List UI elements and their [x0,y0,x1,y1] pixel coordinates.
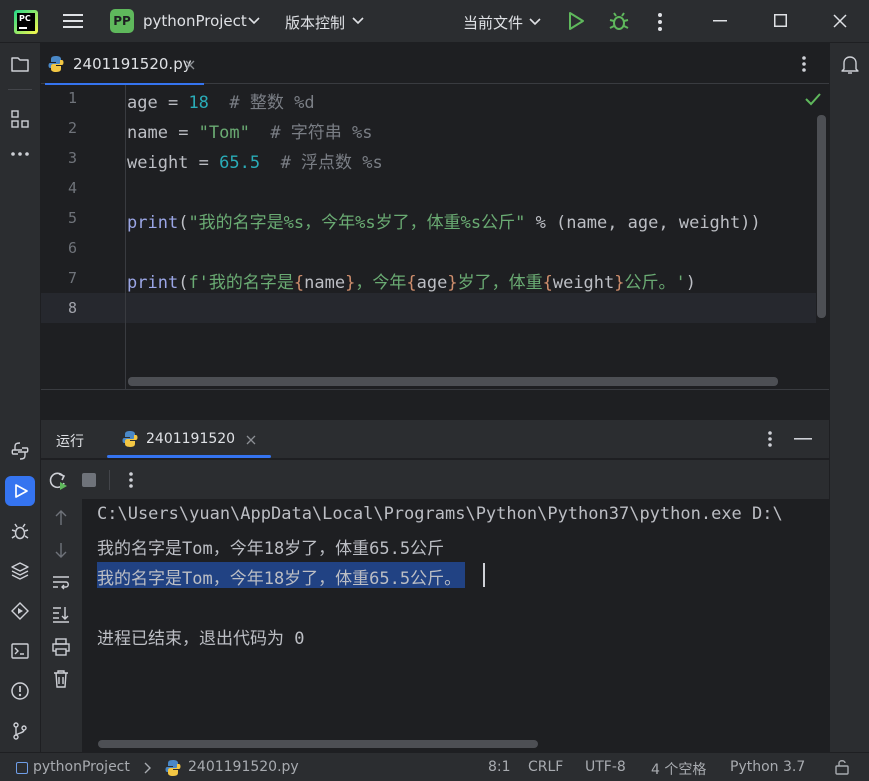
run-config-dropdown[interactable]: 当前文件 [463,12,523,33]
line-number: 1 [67,89,77,107]
rerun-icon[interactable] [47,470,69,492]
console-line-selected: 我的名字是Tom，今年18岁了，体重65.5公斤。 [97,562,466,589]
folder-icon[interactable] [10,55,30,73]
panel-divider[interactable] [41,389,829,420]
code-line[interactable]: age = 18 # 整数 %d [127,88,315,113]
indent-setting[interactable]: 4 个空格 [651,759,706,779]
structure-icon[interactable] [10,109,30,129]
clear-all-icon[interactable] [52,669,70,689]
layers-icon[interactable] [10,561,30,581]
code-line[interactable]: print(f'我的名字是{name}，今年{age}岁了，体重{weight}… [127,268,696,293]
project-badge[interactable]: PP [110,9,134,33]
breadcrumb-file[interactable]: 2401191520.py [188,759,299,775]
more-tools-icon[interactable] [10,151,30,157]
problems-icon[interactable] [10,681,30,701]
vcs-dropdown[interactable]: 版本控制 [285,12,345,33]
console-line: C:\Users\yuan\AppData\Local\Programs\Pyt… [97,504,783,524]
console-line: 进程已结束，退出代码为 0 [97,629,305,649]
run-panel-title: 运行 [56,434,84,450]
gutter-separator [125,85,126,389]
run-tab[interactable]: 2401191520 [107,420,271,458]
caret-position[interactable]: 8:1 [488,759,511,775]
python-interpreter[interactable]: Python 3.7 [730,759,805,775]
code-line[interactable]: name = "Tom" # 字符串 %s [127,118,373,143]
more-options-icon[interactable] [126,471,136,489]
code-line[interactable]: print("我的名字是%s，今年%s岁了，体重%s公斤" % (name, a… [127,208,761,233]
soft-wrap-icon[interactable] [51,573,71,591]
terminal-icon[interactable] [10,641,30,661]
line-number: 5 [67,209,77,227]
title-bar: PC PP pythonProject 版本控制 当前文件 [0,0,869,43]
line-separator[interactable]: CRLF [528,759,563,775]
project-name-dropdown[interactable]: pythonProject [143,12,247,30]
line-number: 3 [67,149,77,167]
print-icon[interactable] [51,637,71,657]
line-number: 4 [67,179,77,197]
stop-icon[interactable] [82,473,96,487]
editor-options-icon[interactable] [799,55,809,73]
close-tab-icon[interactable] [246,435,256,445]
python-console-icon[interactable] [10,441,30,461]
services-icon[interactable] [10,601,30,621]
console-line: 我的名字是Tom，今年18岁了，体重65.5公斤 [97,539,445,559]
console-sidebar [41,499,82,752]
current-line-highlight [41,293,816,323]
chevron-down-icon[interactable] [352,16,364,26]
file-encoding[interactable]: UTF-8 [585,759,626,775]
run-icon [15,484,28,498]
editor-file-tab[interactable]: 2401191520.py [41,43,206,85]
line-number: 6 [67,239,77,257]
run-toolbar [41,459,829,499]
minimize-icon[interactable] [713,20,727,22]
debug-icon[interactable] [10,521,30,541]
scroll-down-icon[interactable] [54,541,68,559]
editor-tab-bar: 2401191520.py [41,43,829,85]
status-bar: pythonProject 2401191520.py 8:1 CRLF UTF… [0,752,869,781]
close-icon[interactable] [833,14,847,28]
line-number: 2 [67,119,77,137]
chevron-right-icon [144,762,151,774]
left-tool-strip [0,43,41,752]
code-line[interactable]: weight = 65.5 # 浮点数 %s [127,148,383,173]
maximize-icon[interactable] [774,14,787,27]
right-tool-strip [829,43,869,752]
python-file-icon [48,56,64,72]
close-tab-icon[interactable] [185,60,195,70]
run-tab-label: 2401191520 [146,431,236,447]
python-file-icon [122,431,138,447]
more-options-icon[interactable] [765,430,775,448]
no-problems-checkmark-icon[interactable] [805,92,821,106]
python-file-icon [165,760,181,776]
lock-icon[interactable] [834,759,850,775]
console-horizontal-scrollbar[interactable] [98,740,538,748]
text-cursor [483,563,485,587]
more-options-icon[interactable] [655,12,665,32]
run-tool-button[interactable] [5,476,35,506]
run-icon[interactable] [566,11,586,31]
active-tab-indicator [107,455,271,458]
editor-vertical-scrollbar[interactable] [817,115,826,318]
editor-tab-label: 2401191520.py [73,55,192,73]
line-number: 7 [67,269,77,287]
debug-icon[interactable] [608,10,630,32]
breadcrumb-project[interactable]: pythonProject [33,759,130,775]
run-panel-header: 运行 2401191520 [41,420,829,458]
hide-panel-icon[interactable] [794,438,812,440]
editor-horizontal-scrollbar[interactable] [128,377,778,386]
scroll-to-end-icon[interactable] [51,605,71,623]
pycharm-logo-icon[interactable]: PC [14,10,38,34]
git-icon[interactable] [10,721,30,741]
chevron-down-icon[interactable] [248,16,260,26]
chevron-down-icon[interactable] [529,17,541,27]
scroll-up-icon[interactable] [54,509,68,527]
line-number: 8 [67,299,77,317]
project-icon [16,762,28,774]
main-menu-icon[interactable] [63,12,83,30]
notifications-icon[interactable] [841,55,859,75]
